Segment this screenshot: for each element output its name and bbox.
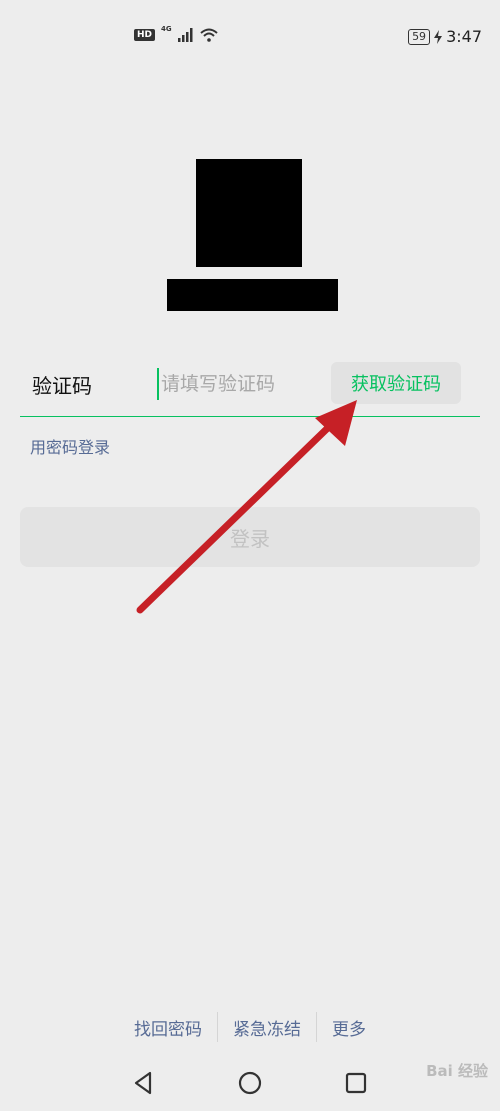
home-icon[interactable]: [236, 1069, 264, 1097]
status-bar: HD 4G 59 3:47: [0, 0, 500, 76]
recents-icon[interactable]: [342, 1069, 370, 1097]
verification-code-input[interactable]: [157, 368, 321, 400]
signal-icon: [177, 28, 193, 42]
wifi-icon: [199, 28, 218, 42]
charging-icon: [434, 29, 443, 44]
status-left: HD 4G: [134, 25, 218, 42]
input-underline: [20, 416, 480, 417]
system-nav-bar: [0, 1055, 500, 1111]
more-link[interactable]: 更多: [317, 1015, 381, 1040]
back-icon[interactable]: [130, 1069, 158, 1097]
status-right: 59 3:47: [408, 27, 482, 46]
get-code-button[interactable]: 获取验证码: [331, 362, 461, 404]
avatar-redacted: [196, 159, 302, 267]
login-button[interactable]: 登录: [20, 507, 480, 567]
footer-links: 找回密码 紧急冻结 更多: [0, 1012, 500, 1042]
clock: 3:47: [446, 27, 482, 46]
password-login-link[interactable]: 用密码登录: [30, 434, 110, 458]
battery-icon: 59: [408, 28, 431, 45]
watermark: Bai 经验: [426, 1062, 488, 1080]
recover-password-link[interactable]: 找回密码: [119, 1015, 217, 1040]
network-type: 4G: [161, 25, 172, 33]
emergency-freeze-link[interactable]: 紧急冻结: [218, 1015, 316, 1040]
verification-code-label: 验证码: [32, 374, 92, 398]
account-name-redacted: [167, 279, 338, 311]
hd-badge: HD: [134, 29, 156, 41]
